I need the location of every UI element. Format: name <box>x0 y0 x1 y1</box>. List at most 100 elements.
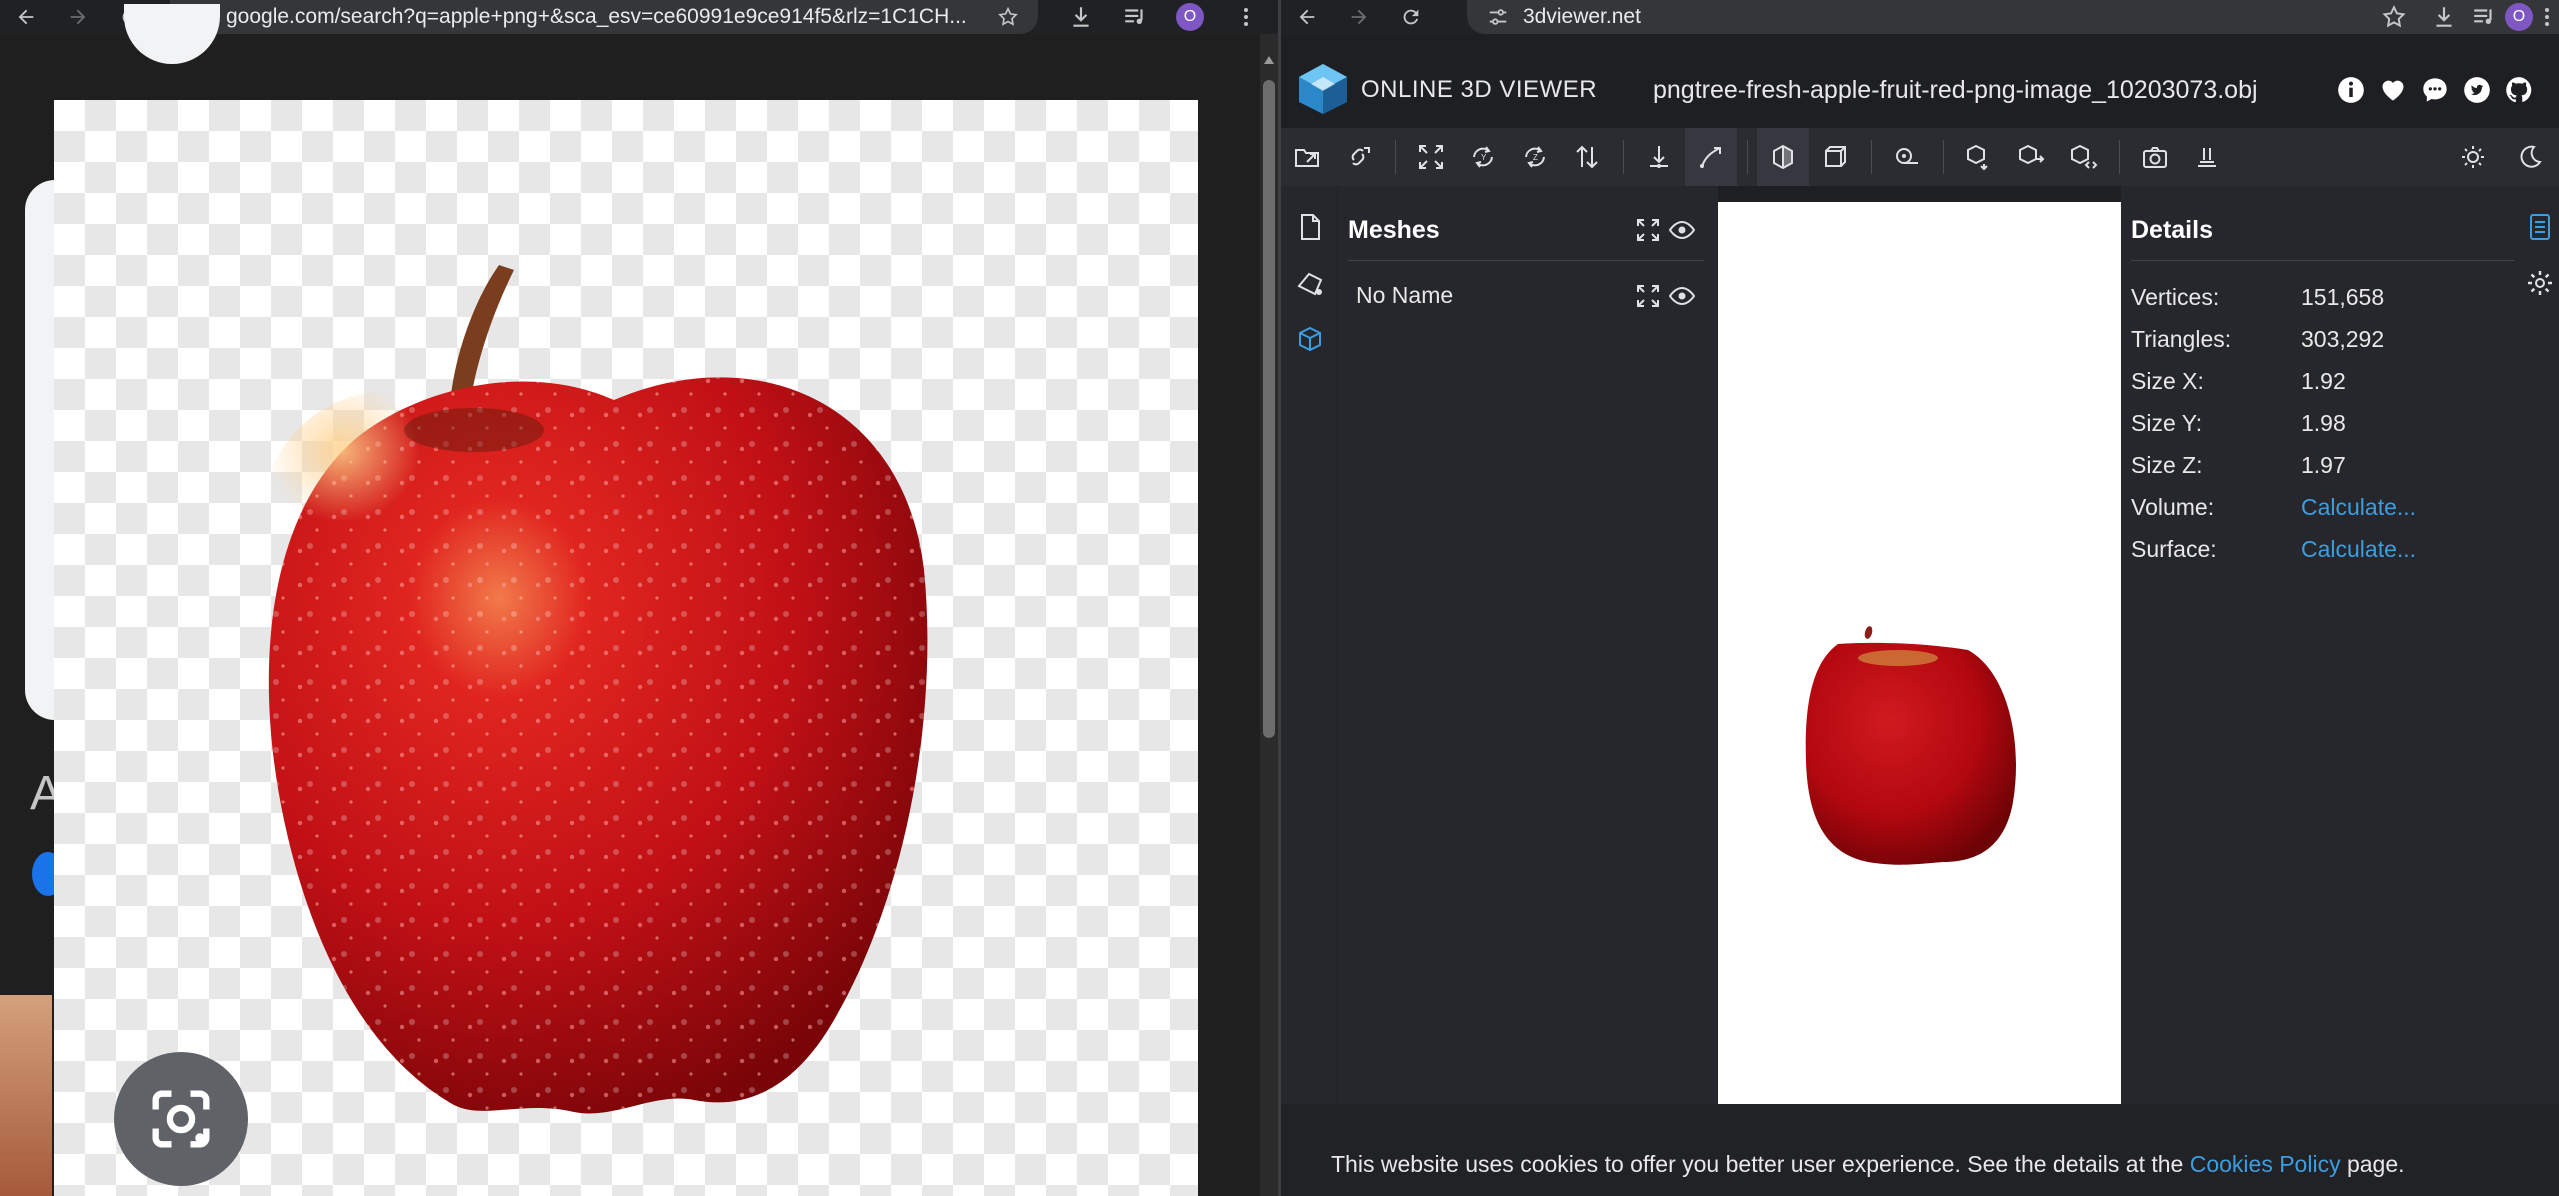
snapshot-icon <box>2143 147 2167 168</box>
settings-gear-icon[interactable] <box>2525 268 2555 298</box>
calculate-surface-link[interactable]: Calculate... <box>2301 536 2416 563</box>
chrome-menu-button[interactable] <box>1240 4 1252 30</box>
calculate-volume-link[interactable]: Calculate... <box>2301 494 2416 521</box>
brand-name[interactable]: ONLINE 3D VIEWER <box>1361 76 1597 104</box>
apple-image <box>264 265 928 1114</box>
3d-viewport[interactable] <box>1718 202 2121 1104</box>
free-orbit-button[interactable] <box>1685 128 1737 186</box>
back-button[interactable] <box>0 0 52 34</box>
open-file-button[interactable] <box>1281 128 1333 186</box>
fixed-up-vector-button[interactable] <box>1633 128 1685 186</box>
mesh-visibility-eye-icon[interactable] <box>1668 282 1696 310</box>
orthographic-camera-button[interactable] <box>1809 128 1861 186</box>
detail-key: Size Z: <box>2131 452 2203 478</box>
mesh-item-label[interactable]: No Name <box>1356 282 1453 309</box>
files-tab-icon[interactable] <box>1295 212 1325 242</box>
show-all-meshes-eye-icon[interactable] <box>1668 216 1696 244</box>
bookmark-star-icon[interactable] <box>2381 4 2407 30</box>
open-url-button[interactable] <box>1333 128 1385 186</box>
google-lens-camera-icon <box>152 1090 210 1148</box>
free-orbit-icon <box>1700 147 1721 168</box>
toolbar-separator <box>1623 140 1624 174</box>
twitter-icon[interactable] <box>2463 76 2491 104</box>
fit-to-window-button[interactable] <box>1405 128 1457 186</box>
back-arrow-icon <box>1299 9 1315 25</box>
download-icon[interactable] <box>1068 4 1094 30</box>
profile-avatar[interactable]: O <box>1176 3 1204 31</box>
cookie-text-after: page. <box>2346 1151 2405 1177</box>
embed-model-button[interactable] <box>2057 128 2109 186</box>
light-mode-button[interactable] <box>2447 128 2499 186</box>
detail-key: Size X: <box>2131 368 2204 394</box>
back-button[interactable] <box>1281 0 1333 34</box>
detail-key: Triangles: <box>2131 326 2232 352</box>
info-icon[interactable] <box>2337 76 2365 104</box>
fit-all-meshes-icon[interactable] <box>1634 216 1662 244</box>
bookmark-star-icon[interactable] <box>996 6 1020 28</box>
cookie-message: This website uses cookies to offer you b… <box>1331 1151 2405 1178</box>
detail-row-vertices: Vertices: 151,658 <box>2131 284 2511 314</box>
details-title: Details <box>2131 216 2213 244</box>
forward-button[interactable] <box>52 0 104 34</box>
dark-mode-icon <box>2520 145 2542 168</box>
meshes-title-divider <box>1348 260 1704 261</box>
page-scrollbar[interactable] <box>1260 34 1278 1196</box>
fit-mesh-icon[interactable] <box>1634 282 1662 310</box>
media-control-icon[interactable] <box>1122 4 1148 30</box>
meshes-tab-icon[interactable] <box>1295 324 1325 354</box>
chrome-menu-button[interactable] <box>2541 4 2553 30</box>
toolbar-separator <box>1747 140 1748 174</box>
perspective-camera-button[interactable] <box>1757 128 1809 186</box>
set-up-z-icon: Z <box>1525 146 1545 168</box>
fixed-up-vector-icon <box>1650 146 1668 168</box>
related-thumbnail[interactable] <box>0 995 52 1196</box>
apple-image-preview[interactable] <box>54 100 1198 1196</box>
detail-value: 303,292 <box>2301 326 2385 352</box>
url-text: 3dviewer.net <box>1523 5 1641 28</box>
scrollbar-thumb[interactable] <box>1263 80 1275 738</box>
detail-value: 1.98 <box>2301 410 2346 436</box>
detail-key: Volume: <box>2131 494 2215 520</box>
details-tab-icon[interactable] <box>2525 212 2555 242</box>
embed-model-icon <box>2071 144 2098 169</box>
measure-button[interactable] <box>1881 128 1933 186</box>
cookies-policy-link[interactable]: Cookies Policy <box>2190 1151 2341 1177</box>
github-icon[interactable] <box>2505 76 2533 104</box>
flip-up-button[interactable] <box>1561 128 1613 186</box>
profile-avatar[interactable]: O <box>2505 3 2533 31</box>
site-info-icon[interactable] <box>1485 6 1511 28</box>
snapshot-button[interactable] <box>2129 128 2181 186</box>
share-model-button[interactable] <box>2005 128 2057 186</box>
chat-icon[interactable] <box>2421 76 2449 104</box>
forward-button[interactable] <box>1333 0 1385 34</box>
heart-icon[interactable] <box>2379 76 2407 104</box>
media-control-icon[interactable] <box>2471 4 2497 30</box>
set-up-y-button[interactable]: Y <box>1457 128 1509 186</box>
url-text: google.com/search?q=apple+png+&sca_esv=c… <box>226 5 967 28</box>
toolbar-separator <box>1395 140 1396 174</box>
share-model-icon <box>2019 144 2045 165</box>
set-up-z-button[interactable]: Z <box>1509 128 1561 186</box>
detail-value: 1.97 <box>2301 452 2346 478</box>
address-bar[interactable]: google.com/search?q=apple+png+&sca_esv=c… <box>170 0 1038 34</box>
reload-button[interactable] <box>1385 0 1437 34</box>
export-model-icon <box>1967 144 1988 171</box>
detail-value: 151,658 <box>2301 284 2385 310</box>
cookie-text-before: This website uses cookies to offer you b… <box>1331 1151 2184 1177</box>
settings-toolbar-button[interactable] <box>2181 128 2233 186</box>
forward-arrow-icon <box>70 9 86 25</box>
detail-key: Surface: <box>2131 536 2217 562</box>
dark-mode-button[interactable] <box>2503 128 2555 186</box>
meshes-title: Meshes <box>1348 216 1440 244</box>
scroll-up-arrow-icon[interactable] <box>1264 56 1274 64</box>
detail-row-surface: Surface: Calculate... <box>2131 536 2511 566</box>
download-icon[interactable] <box>2431 4 2457 30</box>
cube-logo-icon[interactable] <box>1297 62 1349 116</box>
screen: google.com/search?q=apple+png+&sca_esv=c… <box>0 0 2559 1196</box>
google-lens-button[interactable] <box>114 1052 248 1186</box>
export-model-button[interactable] <box>1953 128 2005 186</box>
detail-value: 1.92 <box>2301 368 2346 394</box>
detail-key: Vertices: <box>2131 284 2220 310</box>
materials-tab-icon[interactable] <box>1295 268 1325 298</box>
settings-icon <box>2198 148 2216 167</box>
